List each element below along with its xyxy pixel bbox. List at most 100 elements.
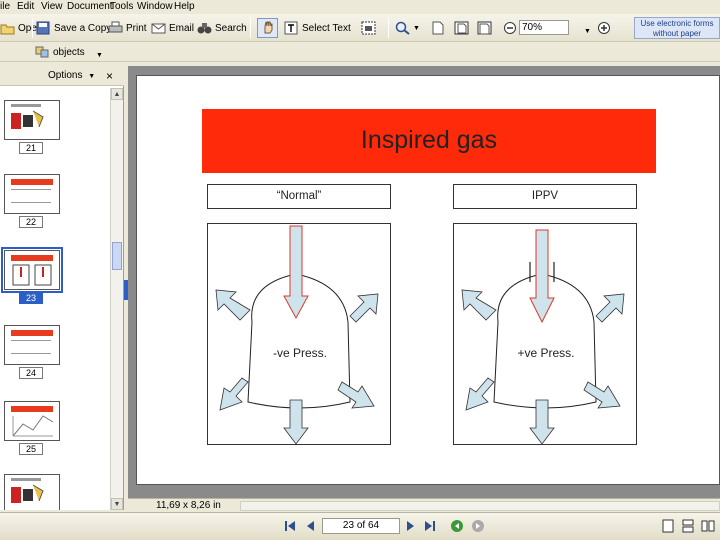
page-icon <box>430 21 445 35</box>
email-icon <box>151 21 166 35</box>
thumbnail-title-band <box>11 179 53 185</box>
normal-breathing-diagram: -ve Press. <box>207 223 391 445</box>
menu-edit[interactable]: Edit <box>17 1 34 12</box>
menu-view[interactable]: View <box>41 1 63 12</box>
toolbar-separator <box>32 18 33 38</box>
expansion-arrow-upper-right <box>349 293 379 323</box>
page-number-input[interactable]: 23 of 64 <box>322 518 400 534</box>
menu-window[interactable]: Window <box>137 1 173 12</box>
thumbnail-figure <box>11 104 44 129</box>
actual-size-button[interactable] <box>430 19 448 37</box>
search-button[interactable]: Search <box>197 19 247 37</box>
options-button[interactable]: Options ▼ <box>48 70 95 81</box>
document-view[interactable]: Inspired gas “Normal” IPPV -ve Press. +v… <box>128 66 720 498</box>
fit-page-button[interactable] <box>454 19 472 37</box>
first-page-icon[interactable] <box>283 519 297 533</box>
magnifier-icon <box>395 21 410 35</box>
hand-tool-button[interactable] <box>257 18 278 38</box>
plus-circle-icon <box>597 21 612 35</box>
go-back-icon[interactable] <box>450 519 464 533</box>
search-label: Search <box>215 22 247 34</box>
select-text-label: Select Text <box>302 22 351 34</box>
page-thumbnail-selected[interactable] <box>1 247 63 293</box>
next-page-icon[interactable] <box>404 519 418 533</box>
zoom-input[interactable]: 70% <box>519 20 569 35</box>
menu-file[interactable]: ile <box>0 1 10 12</box>
facing-pages-icon[interactable] <box>701 519 715 533</box>
thumbnail-scrollbar[interactable]: ▲ ▼ <box>110 88 123 510</box>
single-page-icon[interactable] <box>661 519 675 533</box>
expansion-arrow-upper-left <box>215 289 251 321</box>
thumbnail-diagram <box>12 264 52 286</box>
save-copy-label: Save a Copy <box>54 22 112 34</box>
horizontal-scrollbar[interactable] <box>240 501 720 511</box>
zoom-in-plus-button[interactable] <box>597 19 615 37</box>
expansion-arrow-upper-left <box>461 289 497 321</box>
print-button[interactable]: Print <box>108 19 147 37</box>
navigation-bar: 23 of 64 <box>0 512 720 540</box>
chevron-down-icon: ▼ <box>584 27 591 35</box>
page-thumbnail[interactable] <box>4 474 60 510</box>
menu-tools[interactable]: Tools <box>110 1 133 12</box>
last-page-icon[interactable] <box>423 519 437 533</box>
page-thumbnail[interactable] <box>4 401 60 441</box>
expansion-arrow-lower-left <box>465 377 495 411</box>
scrollbar-thumb[interactable] <box>112 242 122 270</box>
page-size-readout: 11,69 x 8,26 in <box>156 500 221 511</box>
thumbnail-page-number: 21 <box>19 142 43 154</box>
minus-circle-icon <box>503 21 518 35</box>
hand-icon <box>261 20 275 37</box>
snapshot-button[interactable] <box>361 19 379 37</box>
thumbnail-chart <box>12 415 54 437</box>
text-select-icon <box>284 21 299 35</box>
secondary-toolbar: objects ▼ <box>0 42 720 62</box>
binoculars-icon <box>197 21 212 35</box>
objects-button[interactable]: objects <box>35 43 85 61</box>
select-text-button[interactable]: Select Text <box>284 19 351 37</box>
page-thumbnail[interactable] <box>4 325 60 365</box>
thumbnail-page-number: 25 <box>19 443 43 455</box>
objects-icon <box>35 45 50 59</box>
page-thumbnail[interactable] <box>4 174 60 214</box>
panel-header: Options ▼ × <box>0 66 124 86</box>
ippv-diagram: +ve Press. <box>453 223 637 445</box>
ippv-label-box: IPPV <box>453 184 637 209</box>
options-label: Options <box>48 70 83 81</box>
thumbnail-page-number: 22 <box>19 216 43 228</box>
zoom-in-button[interactable]: ▼ <box>395 19 420 37</box>
fit-width-icon <box>477 21 492 35</box>
go-forward-icon[interactable] <box>471 519 485 533</box>
menu-document[interactable]: Document <box>67 1 113 12</box>
status-row: 11,69 x 8,26 in <box>128 498 720 512</box>
scroll-up-icon[interactable]: ▲ <box>111 88 123 100</box>
thumbnail-figure <box>11 478 44 503</box>
thumbnail-title-band <box>11 330 53 336</box>
menu-bar: ile Edit View Document Tools Window Help <box>0 0 720 14</box>
email-label: Email <box>169 22 195 34</box>
menu-help[interactable]: Help <box>174 1 195 12</box>
continuous-page-icon[interactable] <box>681 519 695 533</box>
scroll-down-icon[interactable]: ▼ <box>111 498 123 510</box>
document-page: Inspired gas “Normal” IPPV -ve Press. +v… <box>136 75 720 485</box>
thumbnail-text-lines <box>11 340 51 354</box>
email-button[interactable]: Email <box>151 19 194 37</box>
chevron-down-icon: ▼ <box>88 73 96 80</box>
fit-width-button[interactable] <box>477 19 495 37</box>
negative-pressure-label: -ve Press. <box>272 346 327 360</box>
promo-banner[interactable]: Use electronic forms without paper <box>634 17 720 39</box>
thumbnail-text-lines <box>11 189 51 203</box>
previous-page-icon[interactable] <box>303 519 317 533</box>
expansion-arrow-upper-right <box>595 293 625 323</box>
camera-icon <box>361 21 376 35</box>
thumbnail-page-number: 24 <box>19 367 43 379</box>
chevron-down-icon: ▼ <box>413 24 420 32</box>
save-copy-button[interactable]: Save a Copy <box>36 19 111 37</box>
page-thumbnail[interactable] <box>4 100 60 140</box>
objects-dropdown[interactable]: ▼ <box>96 46 103 64</box>
main-toolbar: Open Save a Copy Print Email Search Sele… <box>0 14 720 42</box>
zoom-dropdown-button[interactable]: ▼ <box>584 22 591 40</box>
chevron-down-icon: ▼ <box>96 51 103 59</box>
fit-page-icon <box>454 21 469 35</box>
close-icon[interactable]: × <box>106 69 113 83</box>
objects-label: objects <box>53 46 85 58</box>
